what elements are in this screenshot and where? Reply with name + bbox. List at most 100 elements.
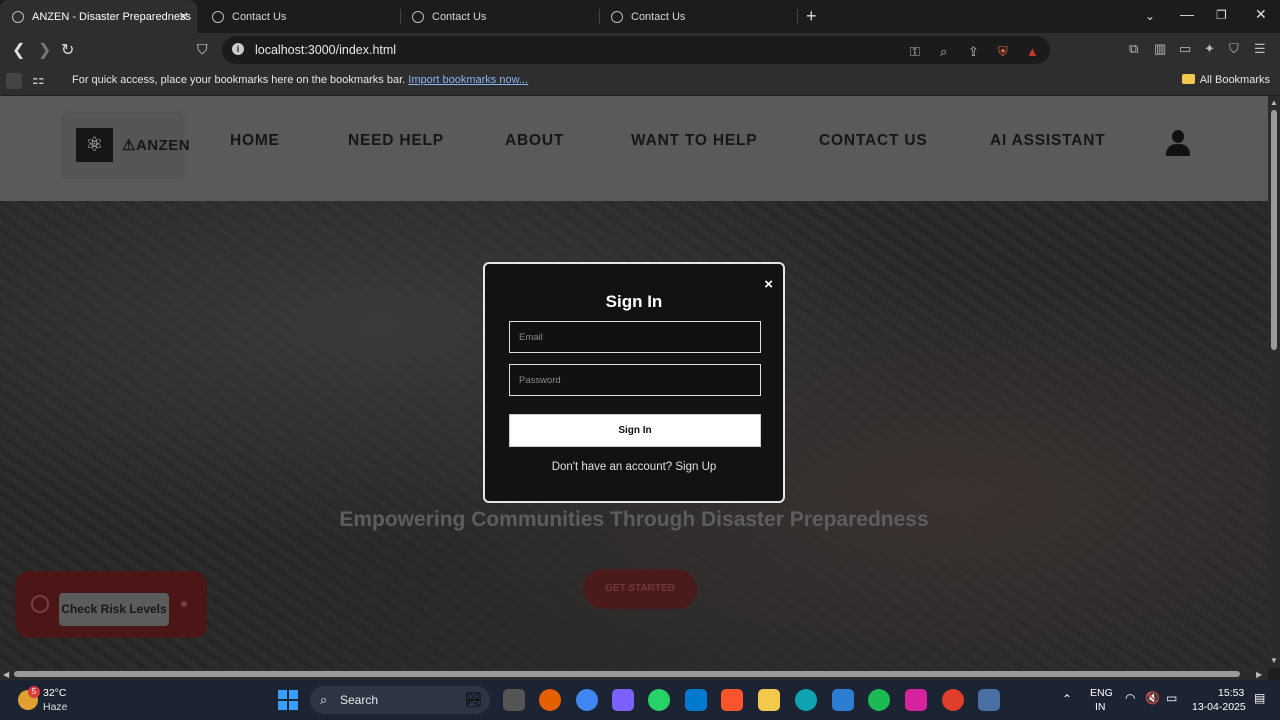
user-account-icon[interactable]	[1166, 130, 1190, 156]
back-icon[interactable]: ❮	[12, 40, 25, 60]
tab-label: Contact Us	[631, 10, 686, 23]
start-icon[interactable]	[278, 690, 298, 710]
nav-about[interactable]: ABOUT	[505, 132, 564, 150]
nav-want-to-help[interactable]: WANT TO HELP	[631, 132, 757, 150]
extensions-icon[interactable]: ⧉	[1129, 41, 1138, 57]
sign-in-button[interactable]: Sign In	[509, 414, 761, 447]
lang-bottom[interactable]: IN	[1095, 701, 1106, 713]
weather-desc[interactable]: Haze	[43, 701, 68, 713]
weather-temp[interactable]: 32°C	[43, 687, 66, 699]
apps-icon[interactable]: ⚏	[32, 71, 45, 88]
tray-overflow-icon[interactable]: ⌃	[1062, 692, 1072, 706]
spotify-icon[interactable]	[868, 689, 890, 711]
site-logo[interactable]: ⚛ ⚠ANZEN	[64, 113, 190, 177]
hero-tagline: Empowering Communities Through Disaster …	[339, 508, 929, 531]
zoom-icon[interactable]: ⌕	[940, 44, 947, 60]
tab-search-icon[interactable]: ⌄	[1145, 9, 1155, 23]
scroll-down-icon[interactable]: ▼	[1270, 656, 1278, 665]
globe-icon	[611, 10, 623, 23]
battery-icon[interactable]: ▭	[1166, 691, 1177, 705]
vscode-icon[interactable]	[685, 689, 707, 711]
tab-anzen[interactable]: ANZEN - Disaster Preparedness ✕	[0, 0, 197, 33]
scroll-up-icon[interactable]: ▲	[1270, 98, 1278, 107]
password-field[interactable]	[509, 364, 761, 396]
wallet-icon[interactable]: ▭	[1179, 41, 1191, 57]
tab-contact-2[interactable]: Contact Us	[400, 0, 598, 33]
status-dot	[181, 601, 187, 607]
sign-in-modal: × Sign In Sign In Don't have an account?…	[483, 262, 785, 503]
browser-tab-bar: ANZEN - Disaster Preparedness ✕ Contact …	[0, 0, 1280, 33]
bookmark-icon[interactable]: ⛉	[197, 41, 208, 58]
whatsapp-icon[interactable]	[648, 689, 670, 711]
tab-contact-1[interactable]: Contact Us	[200, 0, 398, 33]
check-risk-button[interactable]: Check Risk Levels	[59, 593, 169, 626]
brave-icon[interactable]	[721, 689, 743, 711]
address-bar[interactable]: i localhost:3000/index.html ⚿ ⌕ ⇪ ⛨ ▲	[222, 36, 1050, 64]
maximize-icon[interactable]: ❐	[1216, 8, 1227, 22]
store-icon[interactable]	[832, 689, 854, 711]
scroll-left-icon[interactable]: ◀	[3, 670, 9, 679]
vertical-scroll-thumb[interactable]	[1271, 110, 1277, 350]
sign-up-link[interactable]: Don't have an account? Sign Up	[485, 461, 783, 473]
clock-date[interactable]: 13-04-2025	[1192, 701, 1246, 713]
edge-icon[interactable]	[795, 689, 817, 711]
firefox-icon[interactable]	[539, 689, 561, 711]
leo-icon[interactable]: ✦	[1204, 41, 1215, 57]
horizontal-scroll-thumb[interactable]	[14, 671, 1240, 677]
rewards-icon[interactable]: ▲	[1026, 44, 1039, 59]
chrome-icon[interactable]	[576, 689, 598, 711]
vertical-scrollbar[interactable]: ▲ ▼	[1268, 96, 1280, 668]
email-field[interactable]	[509, 321, 761, 353]
nav-contact-us[interactable]: CONTACT US	[819, 132, 927, 150]
windows-taskbar: 5 32°C Haze ⌕ Search 🏞 ⌃ ENG IN ◠ 🔇 ▭ 15…	[0, 680, 1280, 720]
logo-wordmark: ANZEN	[135, 137, 191, 154]
nav-ai-assistant[interactable]: AI ASSISTANT	[990, 132, 1106, 150]
copilot-icon[interactable]	[612, 689, 634, 711]
globe-icon	[412, 10, 424, 23]
globe-icon	[212, 10, 224, 23]
get-started-button[interactable]: GET STARTED	[583, 569, 697, 609]
search-label: Search	[340, 693, 379, 707]
user-head	[1172, 130, 1184, 143]
key-icon[interactable]: ⚿	[910, 44, 920, 60]
all-bookmarks-label: All Bookmarks	[1199, 74, 1270, 86]
site-info-icon[interactable]: i	[232, 43, 244, 55]
new-tab-icon[interactable]: +	[806, 6, 817, 27]
tab-label: Contact Us	[432, 10, 487, 23]
browser-toolbar: ❮ ❯ ↻ ⛉ i localhost:3000/index.html ⚿ ⌕ …	[0, 33, 1280, 67]
tab-contact-3[interactable]: Contact Us	[599, 0, 797, 33]
menu-icon[interactable]: ☰	[1254, 41, 1266, 57]
instagram-icon[interactable]	[905, 689, 927, 711]
sidebar-icon[interactable]: ▥	[1154, 41, 1166, 57]
vpn-icon[interactable]: ⛉	[1229, 41, 1239, 57]
horizontal-scrollbar[interactable]: ◀ ▶	[0, 668, 1268, 680]
snipping-tool-icon[interactable]	[978, 689, 1000, 711]
wifi-icon[interactable]: ◠	[1125, 691, 1135, 705]
tab-divider	[797, 9, 798, 24]
reload-icon[interactable]: ↻	[61, 40, 74, 60]
brave-shields-icon[interactable]: ⛨	[998, 44, 1008, 60]
volume-muted-icon[interactable]: 🔇	[1145, 691, 1160, 705]
forward-icon[interactable]: ❯	[38, 40, 51, 60]
nav-need-help[interactable]: NEED HELP	[348, 132, 444, 150]
page-viewport: ⚛ ⚠ANZEN HOME NEED HELP ABOUT WANT TO HE…	[0, 96, 1268, 668]
file-explorer-icon[interactable]	[503, 689, 525, 711]
close-icon[interactable]: ×	[764, 276, 773, 293]
wps-icon[interactable]	[942, 689, 964, 711]
clock-icon	[31, 595, 49, 613]
folder-icon[interactable]	[758, 689, 780, 711]
bookmarks-hint: For quick access, place your bookmarks h…	[72, 74, 406, 86]
minimize-icon[interactable]: —	[1180, 6, 1194, 22]
all-bookmarks-button[interactable]: All Bookmarks	[1181, 74, 1270, 86]
taskbar-search[interactable]: ⌕ Search 🏞	[310, 686, 490, 714]
clock-time[interactable]: 15:53	[1218, 687, 1244, 699]
tab-close-icon[interactable]: ✕	[178, 9, 189, 25]
url-text[interactable]: localhost:3000/index.html	[255, 43, 396, 57]
import-bookmarks-link[interactable]: Import bookmarks now...	[408, 74, 528, 86]
scroll-right-icon[interactable]: ▶	[1256, 670, 1262, 679]
nav-home[interactable]: HOME	[230, 132, 280, 150]
notification-icon[interactable]: ▤	[1254, 691, 1265, 705]
close-window-icon[interactable]: ✕	[1255, 6, 1267, 23]
lang-top[interactable]: ENG	[1090, 687, 1113, 699]
share-icon[interactable]: ⇪	[968, 44, 979, 60]
